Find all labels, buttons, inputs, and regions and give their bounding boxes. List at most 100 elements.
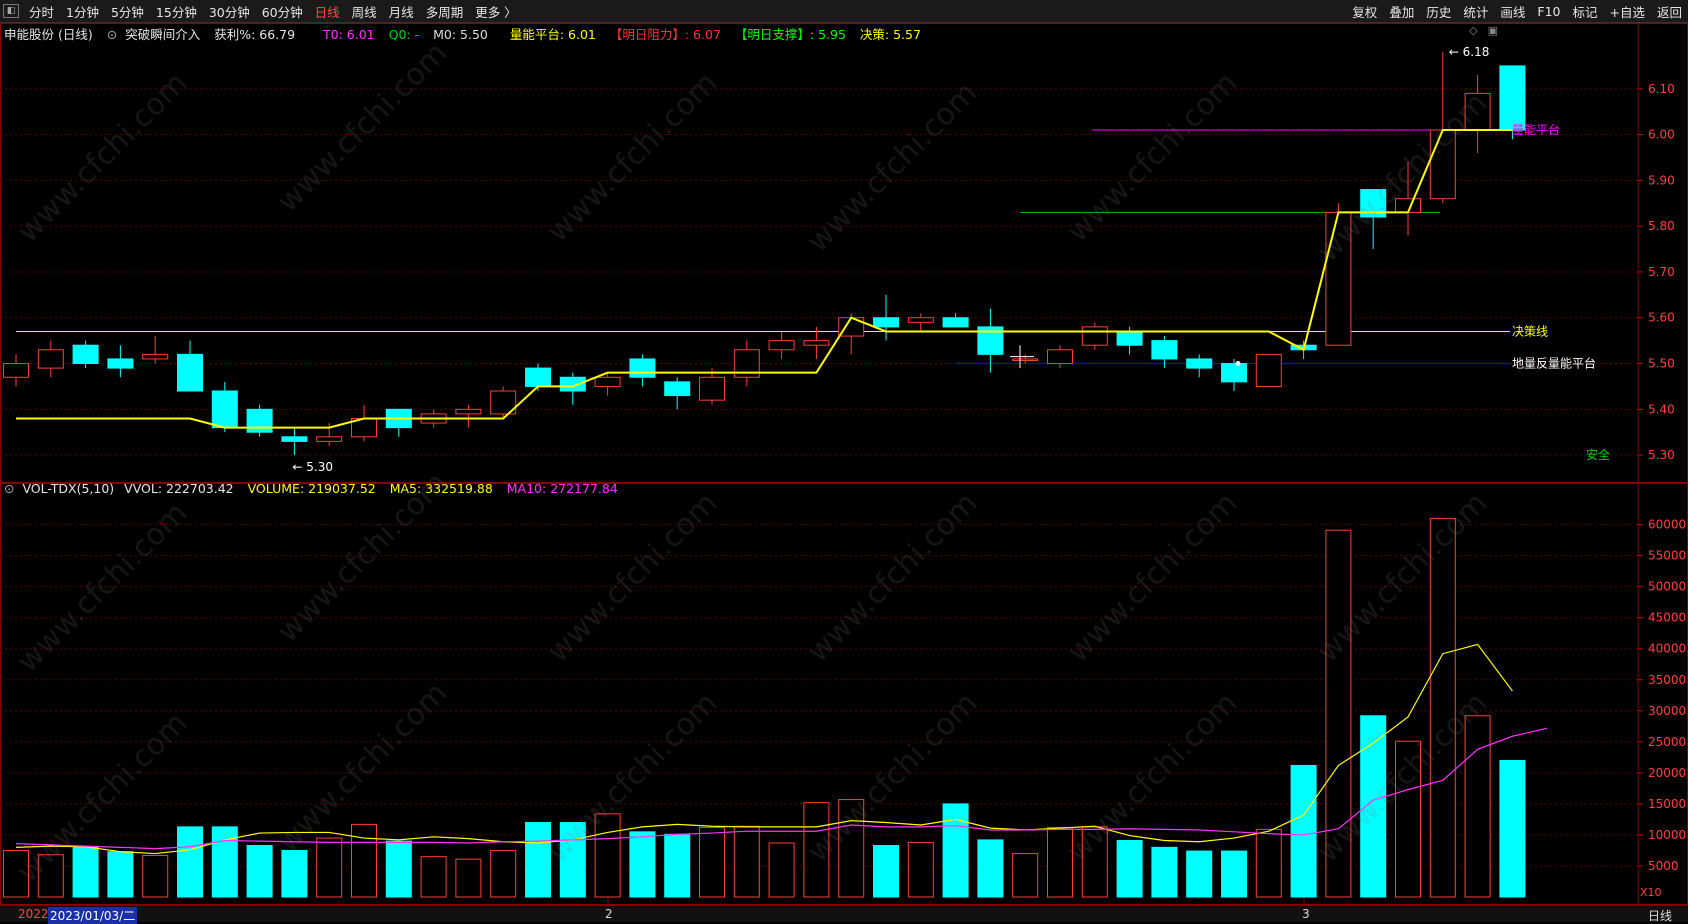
tool-buttons: 复权 叠加 历史 统计 画线 F10 标记 +自选 返回 (1346, 2, 1688, 21)
candle-body-15 (525, 367, 551, 387)
price-tick-label-7: 6.00 (1648, 128, 1675, 142)
volume-bar-41 (1429, 517, 1456, 898)
volume-bar-35 (1221, 850, 1247, 898)
tool-button-7[interactable]: +自选 (1604, 2, 1651, 21)
candle-body-0 (3, 363, 29, 378)
vol-toggle-icon[interactable]: ⊙ (4, 481, 14, 496)
volume-info-bar: ⊙ VOL-TDX(5,10) VVOL: 222703.42 VOLUME: … (4, 481, 628, 496)
volume-bar-16 (559, 822, 586, 898)
volume-bar-2 (72, 846, 99, 898)
vol-tick-label-8: 45000 (1648, 611, 1686, 625)
vol-tick-label-11: 60000 (1648, 518, 1686, 532)
candle-body-23 (803, 340, 830, 346)
volume-bar-3 (107, 851, 134, 898)
period-tab-10[interactable]: 更多 〉 (469, 2, 522, 21)
stock-name[interactable]: 申能股份 (日线) (4, 27, 93, 42)
volume-bar-21 (733, 825, 760, 898)
period-tab-8[interactable]: 月线 (383, 2, 420, 21)
volume-bar-1 (37, 854, 64, 898)
volume-bar-42 (1464, 715, 1491, 898)
volume-bar-0 (3, 849, 29, 898)
vol-tick-label-5: 30000 (1648, 704, 1686, 718)
volume-value: VOLUME: 219037.52 (247, 481, 376, 496)
window-icon[interactable]: ▣ (1488, 24, 1498, 37)
candle-body-18 (629, 358, 656, 378)
vol-tick-label-6: 35000 (1648, 673, 1686, 687)
vol-tick-label-3: 20000 (1648, 766, 1686, 780)
volume-bar-13 (455, 858, 482, 898)
volume-bar-19 (664, 833, 691, 898)
vol-tick-label-0: 5000 (1648, 859, 1679, 873)
volume-bar-32 (1116, 840, 1143, 898)
volume-bar-43 (1499, 759, 1526, 898)
candle-body-34 (1186, 358, 1213, 369)
low-platform-line-label: 地量反量能平台 (1512, 356, 1596, 371)
tool-button-6[interactable]: 标记 (1566, 2, 1603, 21)
candle-body-17 (594, 376, 621, 387)
period-tabs: ◧ 分时 1分钟 5分钟 15分钟 30分钟 60分钟 日线 周线 月线 多周期 更多 〉 (0, 2, 523, 21)
volume-bar-6 (211, 826, 238, 898)
period-tab-4[interactable]: 30分钟 (203, 2, 256, 21)
tool-button-3[interactable]: 统计 (1457, 2, 1494, 21)
indicator-name: 突破瞬间介入 (125, 27, 201, 42)
price-tick-label-1: 5.40 (1648, 402, 1675, 416)
period-tab-1[interactable]: 1分钟 (60, 2, 105, 21)
tool-button-0[interactable]: 复权 (1346, 2, 1383, 21)
tool-button-5[interactable]: F10 (1531, 4, 1566, 19)
volume-bar-34 (1186, 850, 1213, 898)
volume-bar-9 (316, 837, 343, 898)
main-info-bar: 申能股份 (日线) ⊙ 突破瞬间介入 获利%: 66.79 T0: 6.01 Q… (4, 24, 931, 43)
tool-button-1[interactable]: 叠加 (1383, 2, 1420, 21)
candle-body-20 (699, 376, 725, 401)
diamond-icon[interactable]: ◇ (1469, 24, 1477, 37)
period-label[interactable]: 日线 (1648, 907, 1672, 924)
volume-bar-24 (838, 799, 865, 898)
vol-tick-label-9: 50000 (1648, 580, 1686, 594)
candle-body-33 (1151, 340, 1178, 360)
period-tab-2[interactable]: 5分钟 (105, 2, 150, 21)
volume-bar-8 (281, 849, 308, 898)
period-tab-7[interactable]: 周线 (346, 2, 383, 21)
volume-bar-29 (1012, 853, 1039, 898)
candle-body-38 (1325, 211, 1352, 346)
ma5-value: MA5: 332519.88 (389, 481, 493, 496)
volume-bar-25 (873, 844, 899, 898)
price-tick-label-8: 6.10 (1648, 82, 1675, 96)
period-tab-0[interactable]: 分时 (23, 2, 60, 21)
decision-line (16, 129, 1513, 429)
candle-body-1 (37, 349, 64, 369)
panel-toggle-icon[interactable]: ◧ (3, 4, 19, 18)
candle-body-43 (1499, 65, 1526, 131)
kline-chart[interactable]: 5.30 5.40 5.50 5.60 5.70 5.80 5.90 6.00 6.10 5000… (0, 23, 1688, 905)
t0-value: T0: 6.01 (323, 27, 375, 42)
profit-value: 获利%: 66.79 (214, 27, 296, 42)
period-tab-3[interactable]: 15分钟 (150, 2, 203, 21)
indicator-toggle-icon[interactable]: ⊙ (107, 27, 117, 42)
selected-date[interactable]: 2023/01/03/二 (48, 907, 138, 924)
period-tab-6[interactable]: 日线 (309, 2, 346, 21)
vol-tick-label-2: 15000 (1648, 797, 1686, 811)
candle-body-3 (107, 358, 134, 369)
date-axis: 2022 2023/01/03/二 2 3 日线 (0, 905, 1688, 924)
candle-body-36 (1255, 353, 1282, 387)
candle-body-41 (1429, 129, 1456, 200)
candle-body-2 (72, 344, 99, 365)
candle-body-5 (177, 353, 203, 392)
period-tab-5[interactable]: 60分钟 (256, 2, 309, 21)
volume-bar-38 (1325, 529, 1352, 898)
tool-button-8[interactable]: 返回 (1651, 2, 1688, 21)
low-price-label: ← 5.30 (292, 460, 333, 474)
tool-button-2[interactable]: 历史 (1420, 2, 1457, 21)
price-tick-label-0: 5.30 (1648, 448, 1675, 462)
price-tick-label-3: 5.60 (1648, 311, 1675, 325)
period-tab-9[interactable]: 多周期 (420, 2, 470, 21)
panel-icons: ◇ ▣ (1469, 24, 1508, 37)
candle-body-4 (142, 353, 169, 360)
volume-bar-40 (1395, 740, 1421, 898)
price-tick-label-5: 5.80 (1648, 219, 1675, 233)
volume-bar-20 (699, 826, 725, 898)
tool-button-4[interactable]: 画线 (1494, 2, 1531, 21)
candle-body-7 (246, 408, 273, 433)
candle-body-26 (907, 317, 934, 323)
candle-body-42 (1464, 92, 1491, 131)
